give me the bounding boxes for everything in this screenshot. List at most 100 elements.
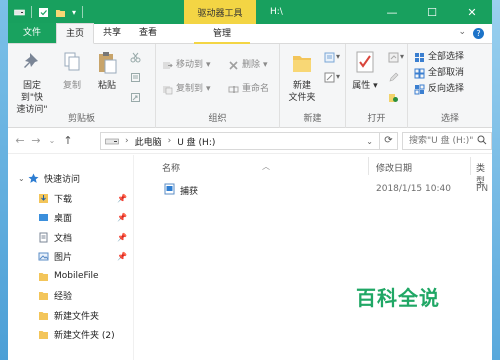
nav-item-experience[interactable]: 经验 [8,286,133,306]
breadcrumb-dropdown-icon[interactable]: ⌄ [366,137,373,146]
select-all-icon [415,52,424,62]
rename-icon [228,85,239,93]
copy-button[interactable]: 复制 [58,50,86,92]
properties-check-icon[interactable] [38,7,49,18]
back-arrow-icon[interactable]: ← [12,134,28,147]
pin-icon [24,53,38,68]
paste-button[interactable]: 粘贴 [92,50,122,92]
nav-item-downloads[interactable]: 下载 📌 [8,189,133,209]
chevron-down-icon[interactable]: ▾ [336,72,340,81]
easy-access-icon[interactable] [324,72,335,83]
image-file-icon [164,183,175,195]
breadcrumb-separator-icon[interactable]: › [125,136,129,146]
copy-path-icon[interactable] [130,72,141,83]
new-group-label: 新建 [303,114,322,124]
download-icon [39,193,48,203]
delete-button[interactable]: 删除 ▾ [228,58,268,72]
search-input[interactable]: 搜索"U 盘 (H:)" [402,132,492,150]
file-modified: 2018/1/15 10:40 [376,184,451,194]
column-divider[interactable] [470,157,471,175]
new-item-icon[interactable] [324,52,335,63]
tab-share[interactable]: 共享 [94,23,130,43]
quick-access-toolbar: ▾ [8,0,84,24]
chevron-down-icon[interactable]: ▾ [336,52,340,61]
select-all-button[interactable]: 全部选择 [414,50,464,64]
address-bar: ← → ⌄ ↑ › 此电脑 › U 盘 (H:) ⌄ ⟳ 搜索"U 盘 (H:)… [8,128,492,154]
copy-to-button[interactable]: 复制到 ▾ [162,82,211,96]
open-icon[interactable] [388,52,399,63]
recent-locations-icon[interactable]: ⌄ [44,136,60,145]
rename-label: 重命名 [242,84,270,94]
watermark-subtitle: 助你轻松解决 [368,311,428,322]
column-divider[interactable] [368,157,369,175]
nav-item-label: 经验 [54,292,73,303]
group-select: 全部选择 全部取消 反向选择 选择 [408,44,492,128]
properties-icon [356,51,374,73]
chevron-down-icon[interactable]: ▾ [400,52,404,61]
select-all-label: 全部选择 [428,52,465,62]
delete-icon [229,60,238,70]
pin-icon: 📌 [117,252,127,261]
select-group-label: 选择 [440,114,459,124]
organize-group-label: 组织 [208,114,227,124]
up-arrow-icon[interactable]: ↑ [60,134,76,147]
maximize-button[interactable]: ☐ [412,0,452,24]
pin-quick-access-button[interactable]: 固定到"快 速访问" [12,50,52,116]
nav-item-new-folder[interactable]: 新建文件夹 [8,306,133,326]
new-folder-quick-icon[interactable] [55,7,66,18]
invert-selection-label: 反向选择 [428,84,465,94]
invert-selection-icon [414,84,425,94]
desktop-icon [39,214,48,222]
nav-item-pictures[interactable]: 图片 📌 [8,247,133,267]
collapse-ribbon-icon[interactable]: ⌄ [458,27,466,37]
tab-file[interactable]: 文件 [8,23,56,43]
column-headers: ︿ 名称 修改日期 类型 [136,155,492,187]
forward-arrow-icon[interactable]: → [28,134,44,147]
window-title: H:\ [270,7,283,17]
tab-manage[interactable]: 管理 [194,24,250,44]
move-to-label: 移动到 [176,60,204,70]
nav-item-label: 文档 [54,233,73,244]
select-none-label: 全部取消 [428,68,465,78]
column-header-modified[interactable]: 修改日期 [376,161,412,174]
tab-home[interactable]: 主页 [56,23,95,44]
properties-button[interactable]: 属性 ▾ [348,50,382,92]
refresh-button[interactable]: ⟳ [380,132,398,150]
cut-icon[interactable] [130,52,141,63]
folder-icon [39,292,48,301]
invert-selection-button[interactable]: 反向选择 [414,82,464,96]
rename-button[interactable]: 重命名 [228,82,269,96]
close-button[interactable]: ✕ [452,0,492,24]
breadcrumb[interactable]: › 此电脑 › U 盘 (H:) ⌄ [100,132,380,150]
ribbon: 固定到"快 速访问" 复制 粘贴 剪贴板 移动到 ▾ 复制到 ▾ 删除 ▾ 重命… [8,44,492,128]
nav-item-label: 新建文件夹 (2) [54,331,115,342]
minimize-button[interactable]: — [372,0,412,24]
tab-view[interactable]: 查看 [130,23,166,43]
search-placeholder: 搜索"U 盘 (H:)" [409,136,474,146]
help-icon[interactable]: ? [473,28,484,39]
customize-toolbar-icon[interactable]: ▾ [72,8,76,17]
breadcrumb-drive[interactable]: U 盘 (H:) [177,135,215,148]
table-row[interactable]: 捕获 2018/1/15 10:40 PN [136,179,492,199]
nav-item-mobilefile[interactable]: MobileFile [8,267,133,287]
watermark: 百科全说 助你轻松解决 [338,286,458,324]
column-header-name[interactable]: 名称 [162,161,180,174]
properties-label: 属性 ▾ [352,81,378,91]
breadcrumb-this-pc[interactable]: 此电脑 [135,135,162,148]
document-icon [39,232,48,243]
nav-item-documents[interactable]: 文档 📌 [8,228,133,248]
history-icon[interactable] [388,92,399,103]
expand-chevron-icon[interactable]: ⌄ [18,174,28,183]
nav-item-quick-access[interactable]: ⌄ 快速访问 [8,169,133,189]
nav-item-desktop[interactable]: 桌面 📌 [8,208,133,228]
move-to-button[interactable]: 移动到 ▾ [162,58,211,72]
new-folder-button[interactable]: 新建 文件夹 [282,50,322,104]
file-name: 捕获 [180,187,199,197]
breadcrumb-separator-icon[interactable]: › [168,136,172,146]
select-none-button[interactable]: 全部取消 [414,66,464,80]
paste-shortcut-icon[interactable] [130,92,141,103]
folder-icon [39,311,48,320]
nav-item-label: 图片 [54,253,73,264]
nav-item-new-folder-2[interactable]: 新建文件夹 (2) [8,325,133,345]
edit-icon[interactable] [388,72,399,83]
